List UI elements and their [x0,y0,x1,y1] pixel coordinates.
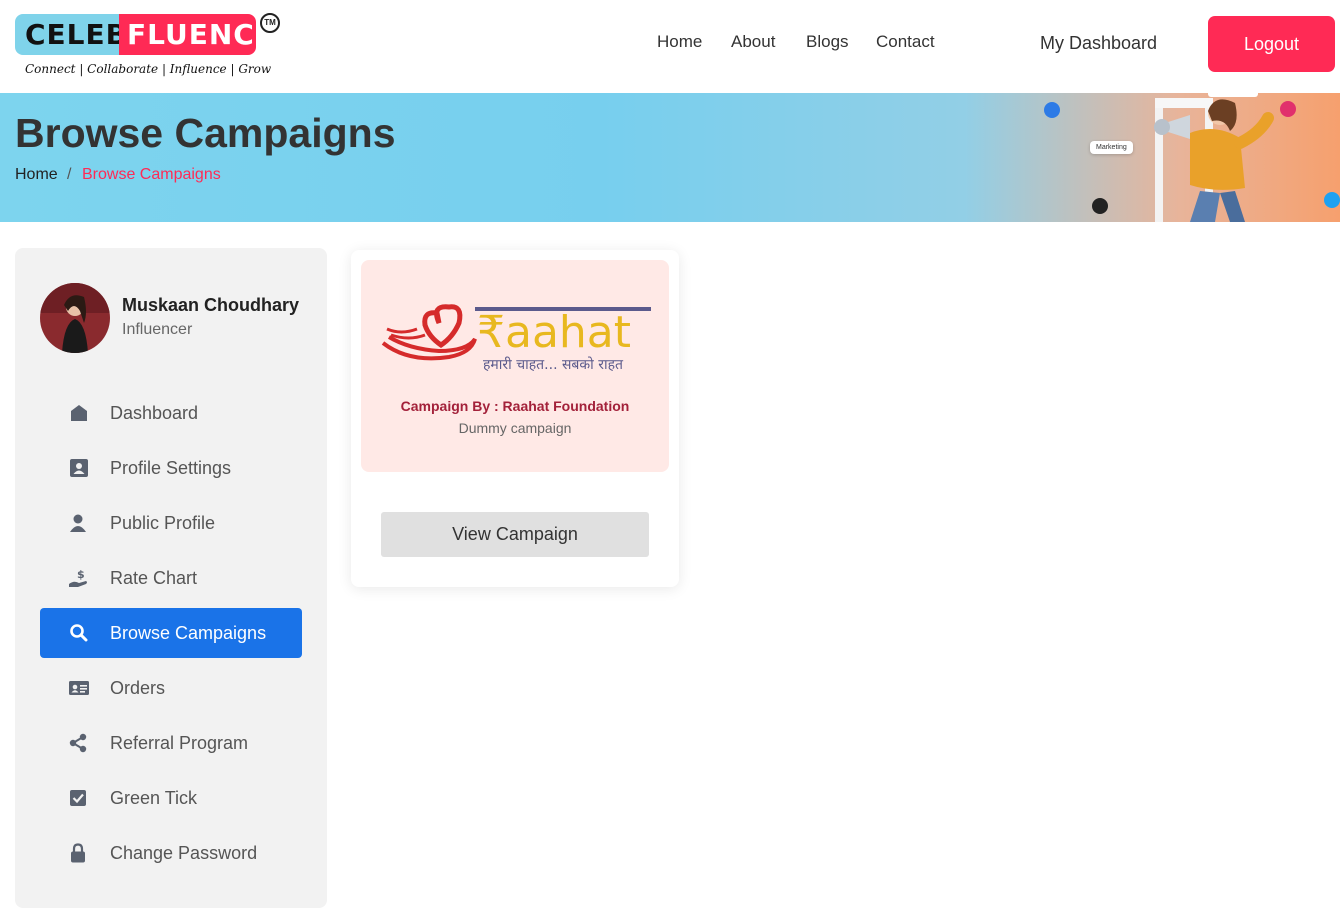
check-square-icon [70,790,86,806]
sidebar-item-label: Profile Settings [110,458,232,478]
view-campaign-button[interactable]: View Campaign [381,512,649,557]
profile-card-icon [70,459,88,477]
avatar-image [40,283,110,353]
user-icon [70,514,86,532]
sidebar-item-change-password[interactable]: Change Password [40,828,302,878]
sidebar-item-label: Public Profile [110,513,216,533]
logo-celeb: CELEB [15,14,127,55]
breadcrumb-current: Browse Campaigns [82,166,221,183]
sidebar-item-label: Rate Chart [110,568,198,588]
breadcrumb-home[interactable]: Home [15,166,58,184]
campaign-logo: ₹aahat हमारी चाहत... सबको राहत [381,304,651,373]
sidebar-item-dashboard[interactable]: Dashboard [40,388,302,438]
id-card-icon [69,681,89,695]
sidebar-item-label: Browse Campaigns [110,623,267,643]
lock-icon [71,843,85,863]
nav-blogs[interactable]: Blogs [806,32,849,52]
campaign-logo-subtitle: हमारी चाहत... सबको राहत [483,356,624,373]
logout-button[interactable]: Logout [1208,16,1335,72]
campaign-card: ₹aahat हमारी चाहत... सबको राहत Campaign … [351,250,679,587]
site-header: CELEB FLUENCE TM Connect | Collaborate |… [0,0,1340,93]
breadcrumb-separator: / [67,166,72,183]
user-name: Muskaan Choudhary [122,295,300,315]
avatar[interactable] [40,283,110,353]
sidebar-item-label: Green Tick [110,788,198,808]
logo-tagline: Connect | Collaborate | Influence | Grow [25,62,272,76]
sidebar-item-green-tick[interactable]: Green Tick [40,773,302,823]
sidebar-item-browse-campaigns[interactable]: Browse Campaigns [40,608,302,658]
sidebar-item-orders[interactable]: Orders [40,663,302,713]
campaign-logo-text: ₹aahat [477,307,631,358]
campaign-card-body: ₹aahat हमारी चाहत... सबको राहत Campaign … [361,260,669,472]
share-icon [69,733,87,753]
sidebar-item-public-profile[interactable]: Public Profile [40,498,302,548]
trademark-icon: TM [260,13,280,33]
page-banner: Browse Campaigns Home / Browse Campaigns… [0,93,1340,222]
marketing-chip: Marketing [1090,141,1133,154]
hand-dollar-icon: $ [69,568,87,587]
nav-about[interactable]: About [731,32,775,52]
sidebar-item-referral-program[interactable]: Referral Program [40,718,302,768]
sidebar-item-rate-chart[interactable]: $ Rate Chart [40,553,302,603]
nav-contact[interactable]: Contact [876,32,935,52]
my-dashboard-link[interactable]: My Dashboard [1040,33,1157,54]
page-title: Browse Campaigns [15,110,396,156]
sidebar-item-label: Dashboard [110,403,199,423]
banner-illustration [1044,93,1340,222]
svg-text:$: $ [77,568,85,581]
sidebar-item-label: Referral Program [110,733,249,753]
campaign-owner: Campaign By : Raahat Foundation [400,398,630,414]
sidebar: Muskaan Choudhary Influencer Dashboard P… [15,248,327,908]
user-role: Influencer [122,321,193,338]
logo-fluence: FLUENCE [119,14,274,55]
nav-home[interactable]: Home [657,32,702,52]
home-icon [71,405,87,421]
campaign-description: Dummy campaign [458,420,572,436]
search-icon [70,624,88,642]
sidebar-item-label: Change Password [110,843,258,863]
brand-logo[interactable]: CELEB FLUENCE TM Connect | Collaborate |… [15,13,285,83]
sidebar-item-label: Orders [110,678,166,698]
sidebar-item-profile-settings[interactable]: Profile Settings [40,443,302,493]
